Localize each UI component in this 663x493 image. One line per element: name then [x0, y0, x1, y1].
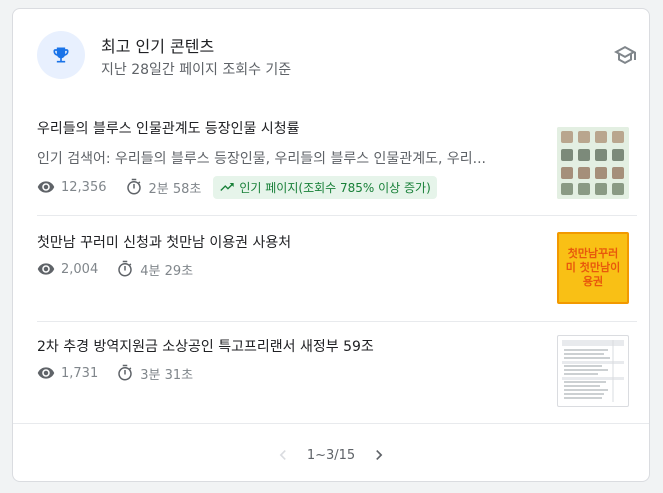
next-page-button[interactable] [367, 443, 391, 467]
duration: 3분 31초 [140, 367, 194, 383]
chevron-left-icon [279, 450, 286, 460]
item-title[interactable]: 첫만남 꾸러미 신청과 첫만남 이용권 사용처 [37, 232, 291, 252]
card-subtitle: 지난 28일간 페이지 조회수 기준 [101, 62, 292, 78]
prev-page-button[interactable] [271, 443, 295, 467]
views-count: 12,356 [61, 179, 107, 195]
timer-icon [118, 260, 132, 277]
item-thumbnail[interactable] [557, 335, 629, 407]
eye-icon [37, 181, 55, 193]
item-thumbnail[interactable]: 첫만남꾸러미 첫만남이용권 [557, 232, 629, 304]
timer-icon [126, 178, 141, 195]
item-title[interactable]: 2차 추경 방역지원금 소상공인 특고프리랜서 새정부 59조 [37, 336, 374, 356]
list-item[interactable]: 첫만남 꾸러미 신청과 첫만남 이용권 사용처 2,004 4분 29초 첫만남… [37, 231, 629, 305]
card-title: 최고 인기 콘텐츠 [101, 37, 215, 56]
trending-up-icon [220, 183, 235, 191]
trend-label: 인기 페이지(조회수 785% 이상 증가) [239, 180, 431, 195]
chevron-right-icon [376, 450, 383, 460]
pagination: 1~3/15 [13, 443, 649, 467]
views-count: 1,731 [61, 365, 99, 381]
top-content-card: 최고 인기 콘텐츠 지난 28일간 페이지 조회수 기준 우리들의 블루스 인물… [12, 8, 650, 482]
list-item[interactable]: 우리들의 블루스 인물관계도 등장인물 시청률 인기 검색어: 우리들의 블루스… [37, 117, 629, 201]
trophy-icon [37, 31, 85, 79]
item-meta: 2,004 4분 29초 [37, 258, 193, 280]
divider [37, 321, 637, 322]
eye-icon [37, 263, 55, 275]
duration: 4분 29초 [140, 263, 194, 279]
item-meta: 12,356 2분 58초 인기 페이지(조회수 785% 이상 증가) [37, 175, 437, 199]
graduation-cap-icon[interactable] [613, 43, 637, 67]
trend-badge: 인기 페이지(조회수 785% 이상 증가) [213, 175, 437, 199]
item-title[interactable]: 우리들의 블루스 인물관계도 등장인물 시청률 [37, 118, 300, 138]
divider [37, 215, 637, 216]
item-description: 인기 검색어: 우리들의 블루스 등장인물, 우리들의 블루스 인물관계도, 우… [37, 151, 486, 167]
item-meta: 1,731 3분 31초 [37, 362, 193, 384]
item-thumbnail[interactable] [557, 127, 629, 199]
list-item[interactable]: 2차 추경 방역지원금 소상공인 특고프리랜서 새정부 59조 1,731 3분… [37, 335, 629, 409]
views-count: 2,004 [61, 261, 99, 277]
timer-icon [118, 364, 132, 381]
page-indicator: 1~3/15 [306, 447, 356, 463]
footer-divider [13, 423, 649, 424]
eye-icon [37, 367, 55, 379]
thumbnail-text: 첫만남꾸러미 첫만남이용권 [565, 247, 621, 288]
duration: 2분 58초 [148, 181, 202, 197]
card-header: 최고 인기 콘텐츠 지난 28일간 페이지 조회수 기준 [37, 31, 637, 79]
